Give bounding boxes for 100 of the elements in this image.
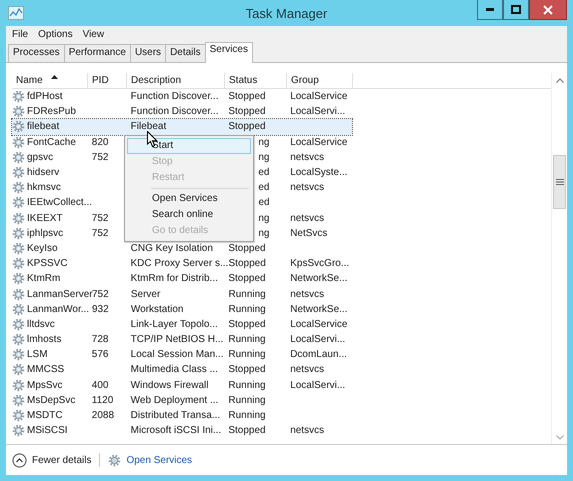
column-header[interactable]: Group — [287, 73, 353, 88]
gear-icon — [12, 363, 25, 376]
table-cell: Link-Layer Topolo... — [130, 318, 218, 330]
table-cell: MpsSvc — [27, 380, 63, 391]
table-cell: KeyIso — [27, 242, 58, 254]
table-cell: NetworkSe... — [290, 273, 348, 284]
table-cell: DcomLaun... — [290, 349, 347, 360]
table-cell: KpsSvcGro... — [290, 258, 350, 270]
table-cell: Stopped — [228, 242, 266, 254]
table-cell: NetSvcs — [290, 228, 328, 239]
gear-icon — [12, 409, 25, 422]
tab[interactable]: Details — [165, 44, 206, 62]
scrollbar[interactable] — [551, 73, 567, 444]
gear-icon — [12, 166, 25, 180]
table-cell: Distributed Transa... — [130, 410, 220, 422]
table-cell: ng — [258, 228, 270, 239]
table-cell: 752 — [92, 212, 108, 224]
menu-item[interactable]: File — [12, 28, 28, 40]
close-button[interactable] — [529, 0, 567, 20]
table-cell: Windows Firewall — [130, 380, 208, 391]
table-cell: ed — [258, 167, 270, 178]
minimize-icon — [486, 8, 494, 11]
table-cell: Stopped — [228, 106, 266, 118]
table-cell: Microsoft iSCSI Ini... — [130, 425, 222, 436]
context-menu-item[interactable]: Start — [127, 138, 251, 154]
table-cell: KtmRm for Distrib... — [130, 273, 218, 284]
table-cell: netsvcs — [290, 152, 324, 163]
gear-icon — [12, 378, 25, 392]
gear-icon — [12, 196, 25, 210]
gear-icon — [12, 394, 25, 407]
column-header[interactable]: Description — [127, 73, 225, 88]
gear-icon — [12, 120, 25, 134]
table-cell: gpsvc — [27, 152, 54, 163]
table-cell: Stopped — [228, 318, 266, 330]
chart-icon — [8, 6, 24, 20]
open-services-link[interactable]: Open Services — [108, 454, 192, 466]
table-cell: lltdsvc — [27, 318, 55, 330]
table-cell: 1120 — [92, 394, 114, 406]
table-cell: Stopped — [228, 121, 266, 132]
gear-icon — [12, 212, 25, 225]
table-cell: netsvcs — [290, 212, 324, 224]
table-cell: Workstation — [130, 304, 184, 315]
table-cell: CNG Key Isolation — [130, 242, 213, 254]
table-cell: ng — [258, 212, 270, 224]
table-cell: Stopped — [228, 273, 266, 284]
table-cell: fdPHost — [27, 91, 63, 102]
menu-item[interactable]: View — [82, 28, 104, 40]
table-cell: Web Deployment ... — [130, 394, 218, 406]
table-cell: Function Discover... — [130, 91, 218, 102]
menu-item[interactable]: Options — [38, 28, 73, 40]
table-cell: KtmRm — [27, 273, 60, 284]
column-header[interactable]: Status — [225, 73, 287, 88]
column-header[interactable]: Name — [12, 73, 88, 88]
table-cell: NetworkSe... — [290, 304, 348, 315]
scroll-up-icon[interactable] — [556, 78, 564, 82]
table-cell: MsDepSvc — [27, 394, 76, 406]
close-icon — [543, 4, 553, 14]
gear-icon — [12, 181, 25, 194]
table-cell: Running — [228, 304, 266, 315]
table-cell: MMCSS — [27, 364, 64, 376]
table-cell: Running — [228, 380, 266, 391]
gear-icon — [12, 272, 25, 286]
gear-icon — [12, 302, 25, 316]
minimize-button[interactable] — [477, 0, 503, 20]
table-cell: LanmanWor... — [27, 304, 90, 315]
table-cell: LSM — [27, 349, 48, 360]
tab[interactable]: Performance — [64, 44, 131, 62]
tab[interactable]: Services — [204, 42, 253, 63]
table-cell: LocalService — [290, 318, 348, 330]
tab[interactable]: Processes — [8, 44, 65, 62]
column-header[interactable]: PID — [88, 73, 127, 88]
table-cell: Running — [228, 334, 266, 346]
context-menu-item[interactable]: Open Services — [127, 191, 251, 207]
table-cell: Server — [130, 288, 160, 300]
table-cell: netsvcs — [290, 182, 324, 194]
table-cell: MSiSCSI — [27, 425, 68, 436]
table-cell: LocalService — [290, 91, 348, 102]
context-menu-item[interactable]: Search online — [127, 207, 251, 223]
selected-row[interactable]: filebeat Filebeat Stopped — [12, 119, 352, 135]
table-cell: 2088 — [92, 410, 114, 422]
table-cell: 576 — [92, 349, 108, 360]
gear-icon — [12, 242, 25, 255]
table-cell: 752 — [92, 288, 109, 300]
fewer-details-button[interactable]: Fewer details — [12, 452, 92, 468]
maximize-button[interactable] — [503, 0, 529, 20]
gear-icon — [12, 288, 25, 301]
gear-icon — [12, 318, 25, 331]
table-cell: lmhosts — [27, 334, 62, 346]
gear-icon — [12, 105, 25, 118]
table-cell: LocalSyste... — [290, 167, 348, 178]
table-cell: Running — [228, 288, 266, 300]
table-cell: Local Session Man... — [130, 349, 224, 360]
table-cell: ng — [258, 136, 270, 148]
table-cell: Stopped — [228, 258, 266, 270]
grip-icon[interactable] — [556, 179, 564, 185]
gear-icon — [12, 150, 25, 164]
tab[interactable]: Users — [130, 44, 166, 62]
table-cell: 932 — [92, 304, 109, 315]
table-cell: FontCache — [27, 136, 76, 148]
gear-icon — [12, 424, 25, 438]
